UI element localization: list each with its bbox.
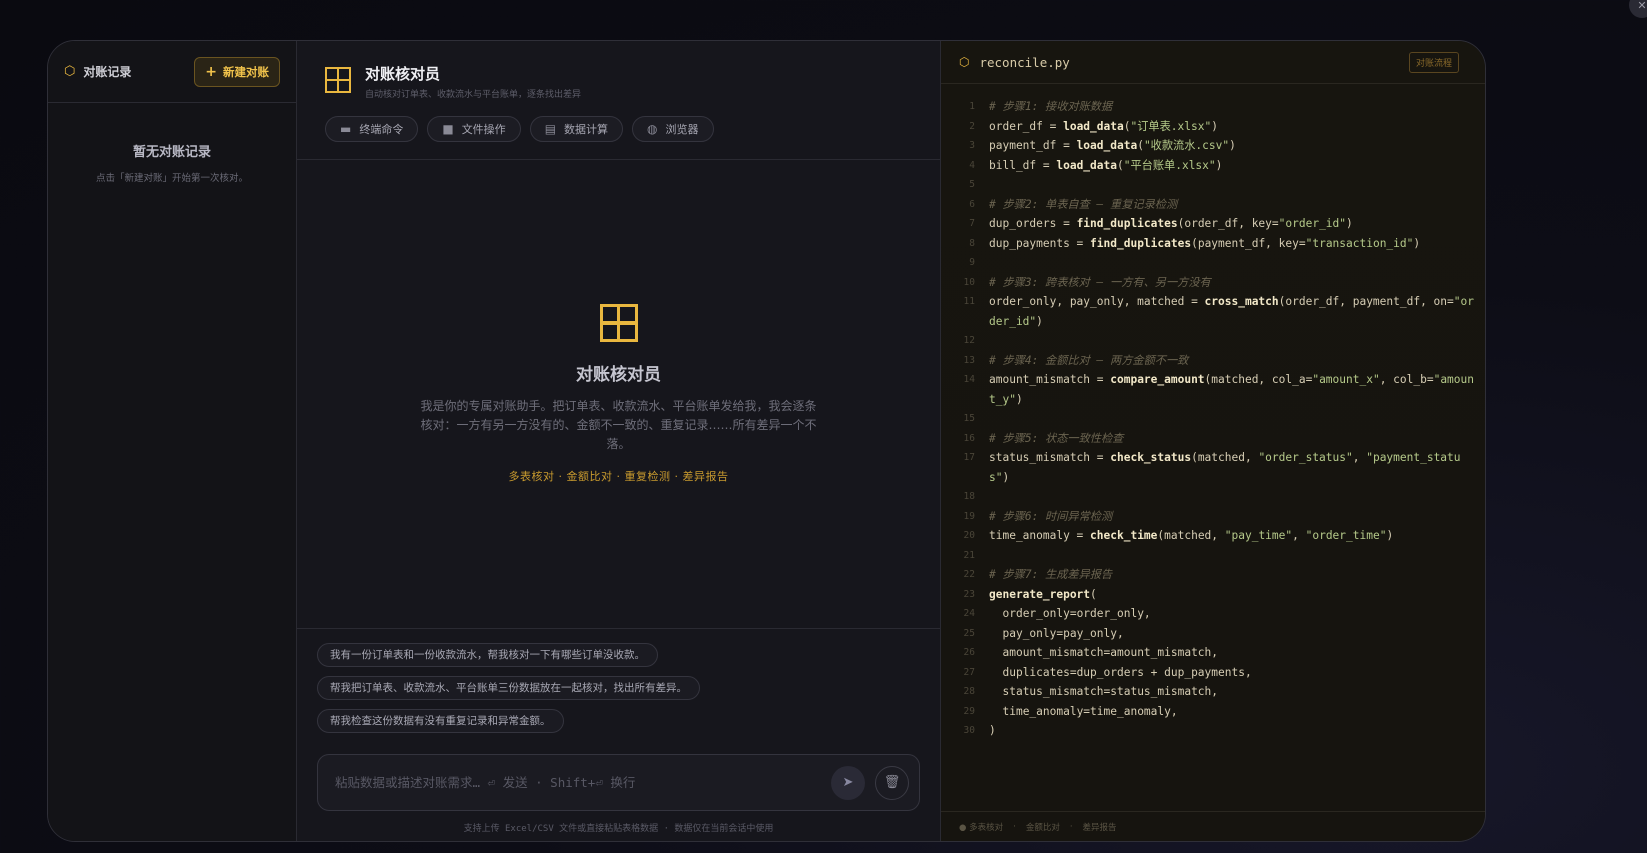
tool-label: 浏览器	[665, 123, 699, 136]
code-editor: 1 # 步骤1: 接收对账数据 2 order_df = load_data("订单…	[941, 84, 1485, 811]
composer-area: 我有一份订单表和一份收款流水，帮我核对一下有哪些订单没收款。 帮我把订单表、收款…	[297, 628, 940, 841]
welcome-hero: 对账核对员 我是你的专属对账助手。把订单表、收款流水、平台账单发给我，我会逐条核…	[297, 160, 940, 628]
hexagon-icon: ⬡	[64, 64, 76, 79]
footer-sep: ·	[1069, 821, 1073, 832]
code-line: 18	[963, 491, 975, 502]
footer-item: 差异报告	[1082, 822, 1117, 833]
code-line: 24 order_only=order_only,	[963, 607, 1151, 620]
code-footer: ● 多表核对 · 金额比对 · 差异报告	[941, 811, 1485, 841]
code-line: 23 generate_report(	[963, 587, 1097, 601]
empty-hint: 点击「新建对账」开始第一次核对。	[95, 173, 248, 184]
code-badge: 对账流程	[1408, 51, 1459, 73]
sidebar-header: ⬡ 对账记录 + 新建对账	[48, 41, 296, 103]
tool-label: 数据计算	[564, 123, 609, 136]
code-line: 25 pay_only=pay_only,	[963, 626, 1124, 640]
empty-title: 暂无对账记录	[132, 145, 211, 160]
tool-label: 终端命令	[359, 123, 404, 136]
code-line: 16 # 步骤5: 状态一致性检查	[963, 431, 1124, 445]
code-line: 13 # 步骤4: 金额比对 — 两方金额不一致	[963, 353, 1189, 367]
code-line: 20 time_anomaly = check_time(matched, "pa…	[963, 529, 1394, 542]
code-line: 1 # 步骤1: 接收对账数据	[969, 100, 1113, 113]
file-name: reconcile.py	[979, 54, 1070, 70]
code-line: 17 status_mismatch = check_status(matched…	[963, 451, 1461, 484]
folder-icon: ■	[442, 122, 454, 136]
code-line: 3 payment_df = load_data("收款流水.csv")	[969, 139, 1236, 152]
grid-icon	[599, 304, 638, 342]
sidebar-empty-state: 暂无对账记录 点击「新建对账」开始第一次核对。	[48, 103, 296, 184]
code-line: 12	[963, 335, 975, 346]
brand: 对账核对员 自动核对订单表、收款流水与平台账单，逐条找出差异	[325, 63, 912, 100]
code-line: 30)	[963, 724, 996, 737]
code-line: 6 # 步骤2: 单表自查 — 重复记录检测	[969, 197, 1178, 211]
footer-item: ● 多表核对	[959, 822, 1004, 833]
suggestion-chip[interactable]: 帮我检查这份数据有没有重复记录和异常金额。	[317, 709, 564, 733]
grid-icon	[325, 67, 351, 93]
code-line: 5	[969, 179, 975, 190]
tool-terminal[interactable]: ▬ 终端命令	[325, 116, 419, 142]
sidebar-title-label: 对账记录	[83, 65, 132, 79]
code-line: 22 # 步骤7: 生成差异报告	[963, 568, 1113, 581]
app-window: ⬡ 对账记录 + 新建对账 暂无对账记录 点击「新建对账」开始第一次核对。 对账…	[47, 40, 1486, 842]
footer-item: 金额比对	[1025, 822, 1060, 833]
code-line: 4 bill_df = load_data("平台账单.xlsx")	[969, 158, 1223, 172]
send-icon: ➤	[842, 775, 854, 790]
chat-panel: 对账核对员 自动核对订单表、收款流水与平台账单，逐条找出差异 ▬ 终端命令 ■ …	[297, 41, 941, 841]
code-line: 27 duplicates=dup_orders + dup_payments,	[963, 665, 1252, 679]
tool-file[interactable]: ■ 文件操作	[427, 116, 521, 142]
footer-sep: ·	[1013, 821, 1016, 832]
code-line: 11 order_only, pay_only, matched = cross_…	[963, 295, 1474, 328]
code-line: 26 amount_mismatch=amount_mismatch,	[963, 646, 1219, 659]
code-panel: ⬡ reconcile.py 对账流程 1 # 步骤1: 接收对账数据 2 orde…	[941, 41, 1485, 841]
code-line: 14 amount_mismatch = compare_amount(match…	[963, 373, 1474, 406]
code-line: 21	[963, 549, 975, 561]
clear-button[interactable]: 🗑	[875, 765, 909, 800]
code-line: 19 # 步骤6: 时间异常检测	[963, 509, 1113, 523]
sidebar: ⬡ 对账记录 + 新建对账 暂无对账记录 点击「新建对账」开始第一次核对。	[48, 41, 297, 841]
hexagon-icon: ⬡	[959, 55, 970, 69]
file-tab[interactable]: ⬡ reconcile.py	[959, 55, 1070, 70]
code-header: ⬡ reconcile.py 对账流程	[941, 41, 1485, 84]
close-icon[interactable]: ✕	[1629, 0, 1647, 18]
new-reconcile-label: 新建对账	[223, 64, 269, 79]
message-composer: ➤ 🗑	[317, 754, 920, 811]
code-line: 10 # 步骤3: 跨表核对 — 一方有、另一方没有	[963, 275, 1211, 289]
chat-header: 对账核对员 自动核对订单表、收款流水与平台账单，逐条找出差异 ▬ 终端命令 ■ …	[297, 41, 940, 160]
code-line: 28 status_mismatch=status_mismatch,	[963, 685, 1219, 698]
terminal-icon: ▬	[340, 122, 352, 136]
hero-description: 我是你的专属对账助手。把订单表、收款流水、平台账单发给我，我会逐条核对：一方有另…	[420, 399, 817, 451]
plus-icon: +	[205, 63, 217, 80]
page-subtitle: 自动核对订单表、收款流水与平台账单，逐条找出差异	[365, 90, 582, 100]
composer-hint: 支持上传 Excel/CSV 文件或直接粘贴表格数据 · 数据仅在当前会话中使用	[463, 824, 774, 834]
code-line: 29 time_anomaly=time_anomaly,	[963, 704, 1178, 718]
tool-calc[interactable]: ▤ 数据计算	[529, 116, 624, 142]
tool-label: 文件操作	[461, 123, 506, 136]
code-line: 2 order_df = load_data("订单表.xlsx")	[969, 119, 1218, 133]
code-line: 15	[963, 413, 975, 424]
page-title: 对账核对员	[365, 65, 441, 83]
new-reconcile-button[interactable]: + 新建对账	[194, 56, 280, 87]
suggestion-chip[interactable]: 帮我把订单表、收款流水、平台账单三份数据放在一起核对，找出所有差异。	[317, 676, 700, 700]
tool-browser[interactable]: ◍ 浏览器	[632, 116, 714, 142]
suggestion-chip[interactable]: 我有一份订单表和一份收款流水，帮我核对一下有哪些订单没收款。	[317, 643, 658, 667]
code-line: 9	[969, 257, 975, 268]
trash-icon: 🗑	[883, 775, 901, 790]
globe-icon: ◍	[647, 122, 658, 136]
send-button[interactable]: ➤	[831, 765, 865, 800]
code-line: 7 dup_orders = find_duplicates(order_df, …	[969, 217, 1353, 230]
message-input[interactable]	[335, 775, 831, 790]
hero-tags: 多表核对 · 金额比对 · 重复检测 · 差异报告	[508, 470, 729, 483]
calculator-icon: ▤	[544, 122, 557, 136]
tool-chips: ▬ 终端命令 ■ 文件操作 ▤ 数据计算 ◍ 浏览器	[325, 116, 912, 142]
hero-title: 对账核对员	[576, 365, 661, 385]
sidebar-title: ⬡ 对账记录	[64, 63, 131, 80]
code-line: 8 dup_payments = find_duplicates(payment_…	[969, 236, 1421, 250]
